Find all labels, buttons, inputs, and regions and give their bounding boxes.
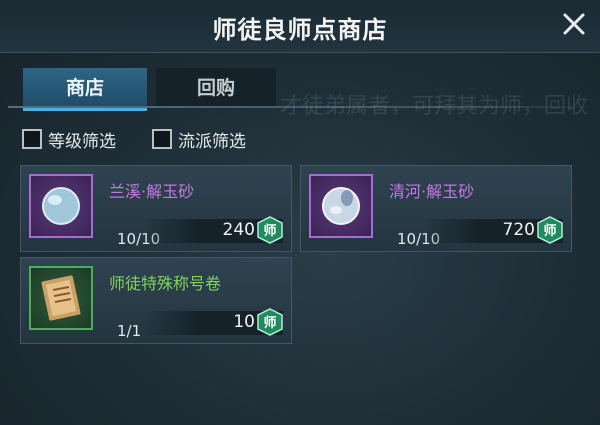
- shop-item-card[interactable]: 兰溪·解玉砂 10/10 240 师: [20, 165, 292, 252]
- shop-panel: 师徒良师点商店 商店 回购 等级筛选 流派筛选 才徒弟属者，可拜其为师，回收 兰…: [0, 0, 600, 425]
- coin-label: 师: [263, 315, 276, 331]
- shop-item-card[interactable]: 师徒特殊称号卷 1/1 10 师: [20, 257, 292, 344]
- filter-level[interactable]: 等级筛选: [22, 127, 116, 152]
- jade-sand-orb-icon: [322, 187, 360, 225]
- item-stock: 1/1: [117, 322, 142, 340]
- title-bar: 师徒良师点商店: [0, 0, 600, 53]
- jade-sand-orb-icon: [42, 187, 80, 225]
- mentor-coin-icon: 师: [257, 216, 283, 244]
- item-icon-frame: [29, 266, 93, 330]
- close-icon[interactable]: [560, 10, 588, 38]
- item-price: 240: [222, 220, 255, 240]
- item-price: 10: [233, 312, 255, 332]
- scroll-book-icon: [41, 275, 81, 321]
- mentor-coin-icon: 师: [537, 216, 563, 244]
- item-name: 清河·解玉砂: [389, 182, 475, 201]
- mentor-coin-icon: 师: [257, 308, 283, 336]
- filter-school[interactable]: 流派筛选: [152, 127, 246, 152]
- tab-shop[interactable]: 商店: [23, 68, 147, 111]
- school-filter-checkbox[interactable]: [152, 129, 172, 149]
- level-filter-label: 等级筛选: [48, 131, 116, 152]
- item-icon-frame: [29, 174, 93, 238]
- item-name: 兰溪·解玉砂: [109, 182, 195, 201]
- item-price: 720: [502, 220, 535, 240]
- coin-label: 师: [263, 223, 276, 239]
- item-icon-frame: [309, 174, 373, 238]
- item-name: 师徒特殊称号卷: [109, 274, 222, 293]
- background-text: 才徒弟属者，可拜其为师，回收: [280, 94, 589, 119]
- level-filter-checkbox[interactable]: [22, 129, 42, 149]
- tab-buyback[interactable]: 回购: [156, 68, 276, 108]
- school-filter-label: 流派筛选: [178, 131, 246, 152]
- window-title: 师徒良师点商店: [212, 16, 388, 44]
- coin-label: 师: [543, 223, 556, 239]
- shop-item-card[interactable]: 清河·解玉砂 10/10 720 师: [300, 165, 572, 252]
